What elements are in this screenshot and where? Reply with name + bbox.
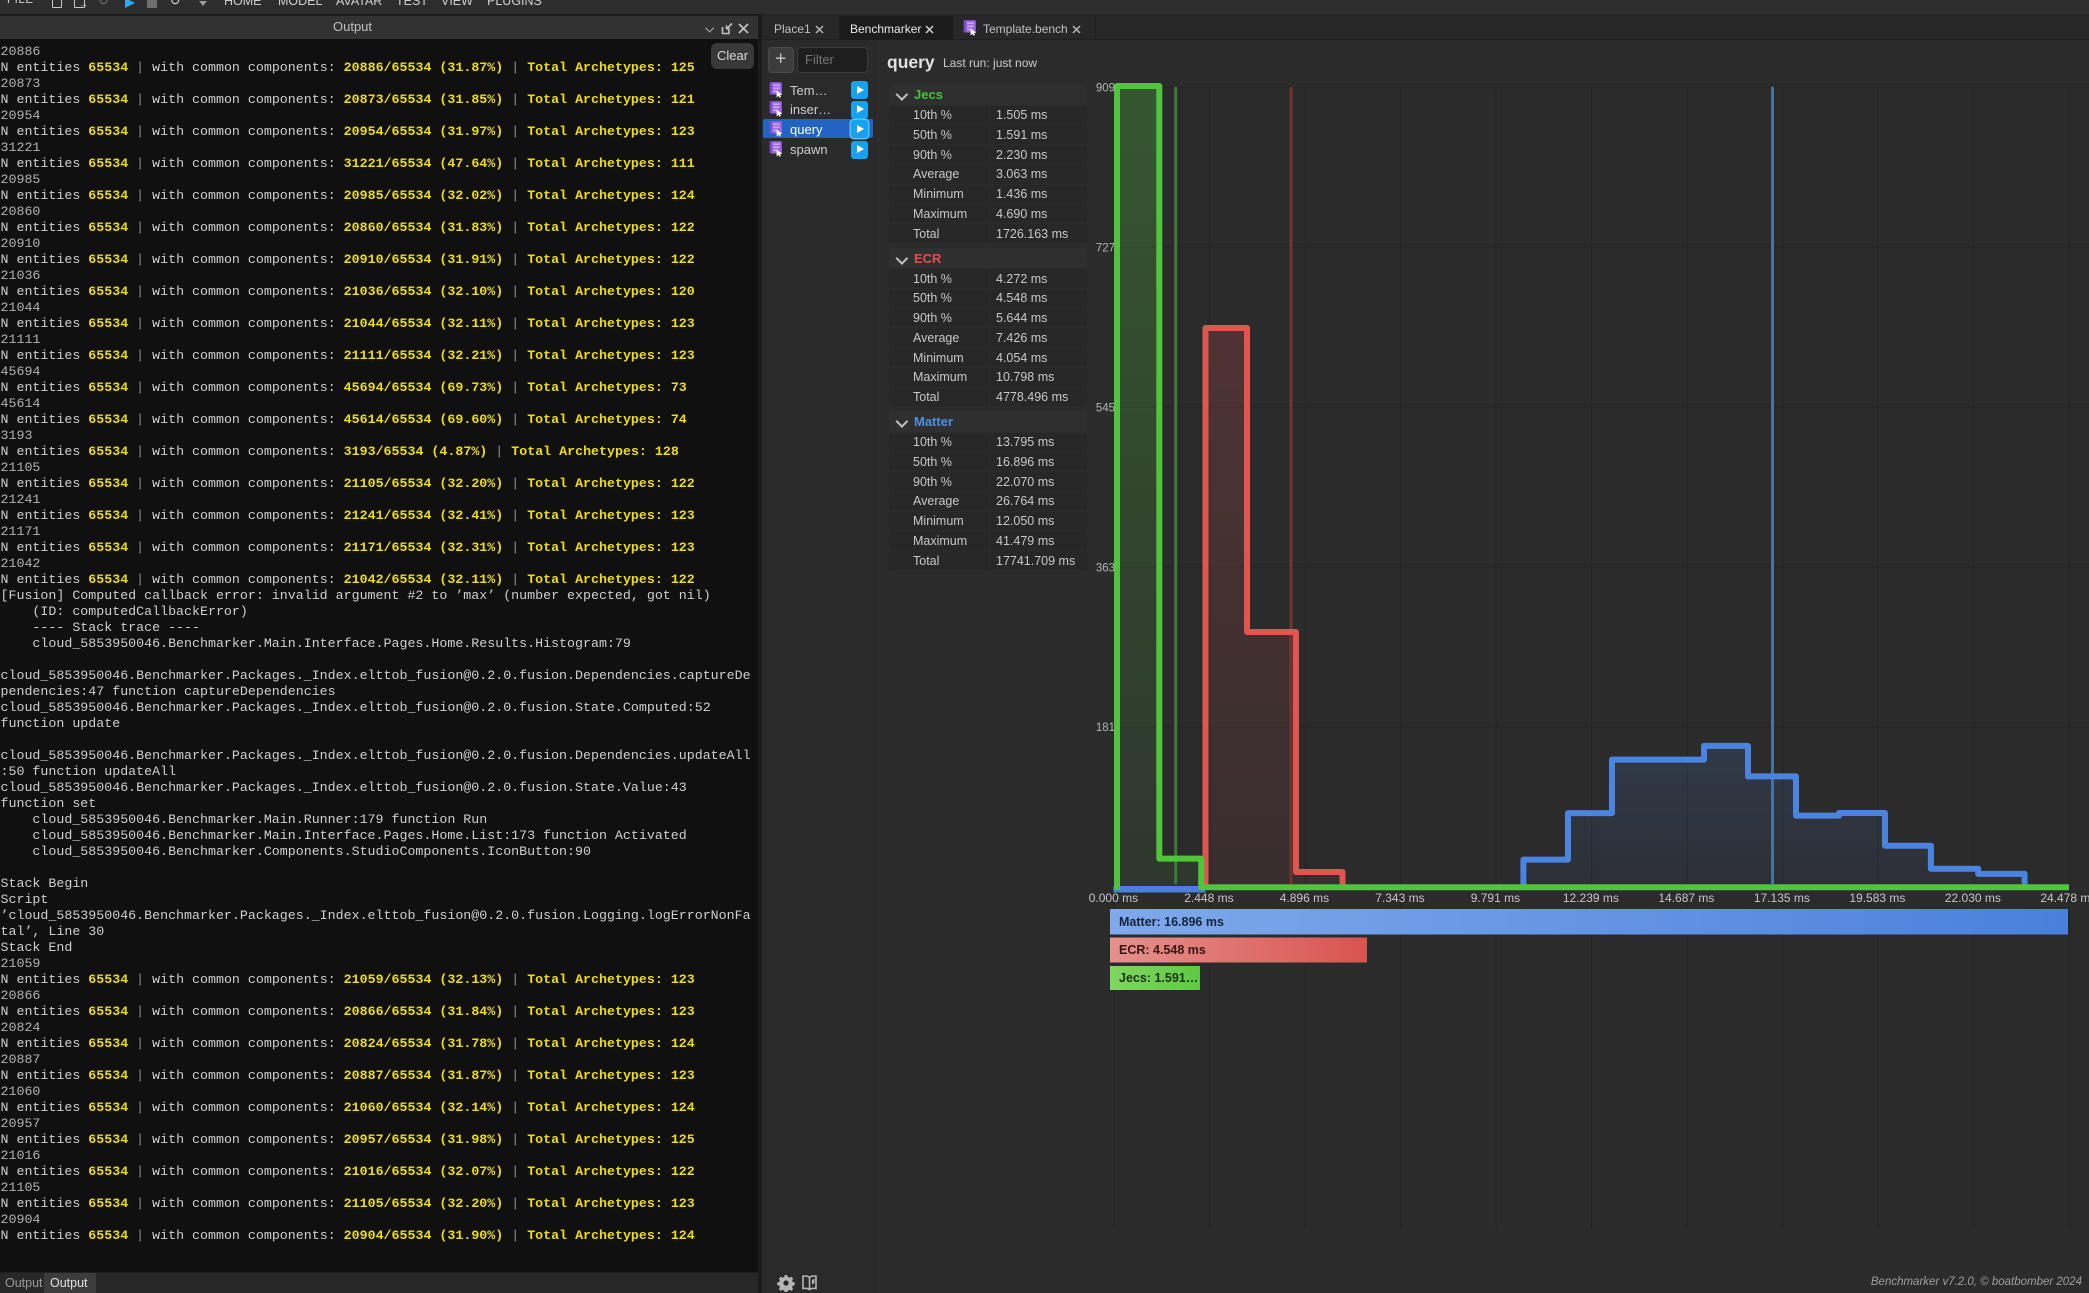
svg-text:19.583 ms: 19.583 ms — [1849, 891, 1905, 905]
svg-text:12.239 ms: 12.239 ms — [1563, 891, 1619, 905]
svg-text:14.687 ms: 14.687 ms — [1658, 891, 1714, 905]
svg-text:0.000 ms: 0.000 ms — [1089, 891, 1138, 905]
svg-text:ECR: 4.548 ms: ECR: 4.548 ms — [1119, 943, 1206, 957]
svg-text:909: 909 — [1096, 83, 1115, 95]
svg-text:181: 181 — [1096, 722, 1115, 734]
svg-text:17.135 ms: 17.135 ms — [1754, 891, 1810, 905]
svg-text:727: 727 — [1096, 242, 1115, 254]
svg-text:Matter: 16.896 ms: Matter: 16.896 ms — [1119, 915, 1224, 929]
svg-text:4.896 ms: 4.896 ms — [1280, 891, 1329, 905]
svg-text:24.478 ms: 24.478 ms — [2040, 891, 2089, 905]
svg-text:7.343 ms: 7.343 ms — [1375, 891, 1424, 905]
svg-text:22.030 ms: 22.030 ms — [1945, 891, 2001, 905]
svg-text:9.791 ms: 9.791 ms — [1471, 891, 1520, 905]
svg-text:363: 363 — [1096, 562, 1115, 574]
svg-text:545: 545 — [1096, 402, 1115, 414]
svg-text:Jecs: 1.591…: Jecs: 1.591… — [1119, 971, 1198, 985]
svg-text:2.448 ms: 2.448 ms — [1184, 891, 1233, 905]
